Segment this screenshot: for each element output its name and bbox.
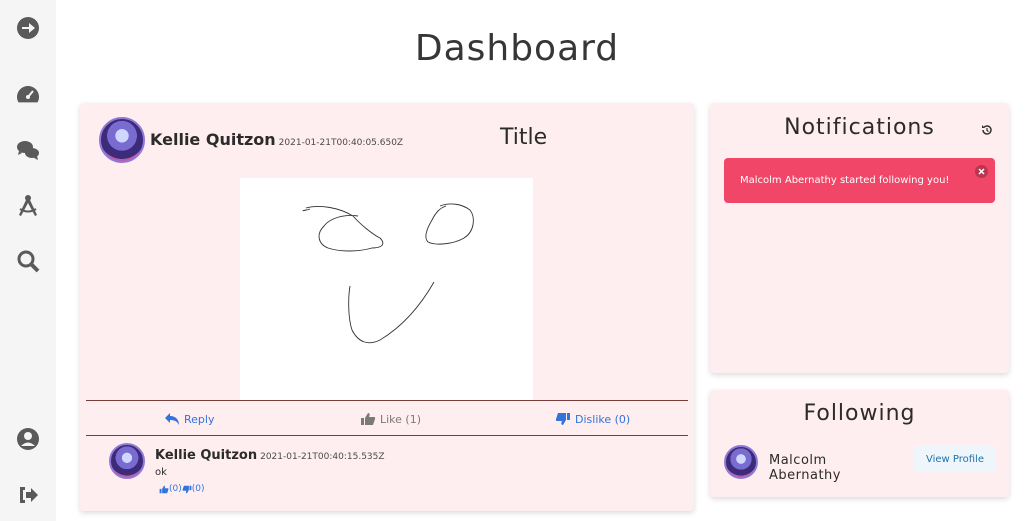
notifications-card: Notifications Malcolm Abernathy started … — [710, 103, 1009, 373]
post-drawing — [240, 178, 533, 400]
dislike-label: Dislike (0) — [575, 412, 631, 426]
dislike-button[interactable]: Dislike (0) — [555, 412, 630, 426]
sidebar — [0, 0, 56, 521]
comment-author-name[interactable]: Kellie Quitzon — [155, 448, 257, 463]
notification-text: Malcolm Abernathy started following you! — [740, 175, 950, 186]
comment-author[interactable]: Kellie Quitzon 2021-01-21T00:40:15.535Z — [155, 448, 385, 463]
avatar[interactable] — [99, 117, 145, 163]
like-label: Like (1) — [380, 412, 422, 426]
divider — [86, 435, 688, 436]
tachometer-icon[interactable] — [15, 82, 41, 108]
history-icon[interactable] — [981, 124, 993, 136]
thumbs-up-icon — [361, 413, 376, 425]
following-name[interactable]: Malcolm Abernathy — [769, 453, 859, 483]
like-button[interactable]: Like (1) — [360, 412, 421, 426]
comment-text: ok — [155, 467, 167, 478]
drafting-compass-icon[interactable] — [15, 193, 41, 219]
following-avatar[interactable] — [724, 445, 758, 479]
post-card: Kellie Quitzon 2021-01-21T00:40:05.650Z T… — [80, 103, 694, 511]
sign-out-icon[interactable] — [15, 482, 41, 508]
reply-button[interactable]: Reply — [164, 412, 214, 426]
following-card: Following Malcolm Abernathy View Profile — [710, 390, 1009, 497]
thumbs-down-icon — [555, 413, 570, 425]
post-timestamp: 2021-01-21T00:40:05.650Z — [278, 138, 404, 148]
reply-label: Reply — [184, 412, 215, 426]
divider — [86, 400, 688, 401]
user-circle-icon[interactable] — [15, 426, 41, 452]
following-heading: Following — [803, 401, 916, 426]
close-icon[interactable] — [975, 165, 988, 178]
reply-icon — [165, 413, 179, 425]
comment-dislike-count[interactable]: (0) — [192, 484, 205, 494]
notifications-heading: Notifications — [784, 115, 935, 140]
view-profile-button[interactable]: View Profile — [914, 446, 996, 472]
comment-dislike-icon[interactable] — [182, 485, 192, 494]
comment-like-count[interactable]: (0) — [169, 484, 182, 494]
notification-item: Malcolm Abernathy started following you! — [724, 158, 995, 203]
comment-avatar[interactable] — [109, 443, 145, 479]
page-title: Dashboard — [414, 28, 620, 69]
search-icon[interactable] — [15, 248, 41, 274]
comment-votes: (0) (0) — [159, 484, 205, 494]
comments-icon[interactable] — [15, 137, 41, 163]
comment-like-icon[interactable] — [159, 485, 169, 494]
post-author[interactable]: Kellie Quitzon 2021-01-21T00:40:05.650Z — [150, 130, 403, 149]
comment-timestamp: 2021-01-21T00:40:15.535Z — [260, 452, 385, 462]
post-author-name[interactable]: Kellie Quitzon — [150, 130, 276, 149]
post-title: Title — [500, 125, 548, 150]
